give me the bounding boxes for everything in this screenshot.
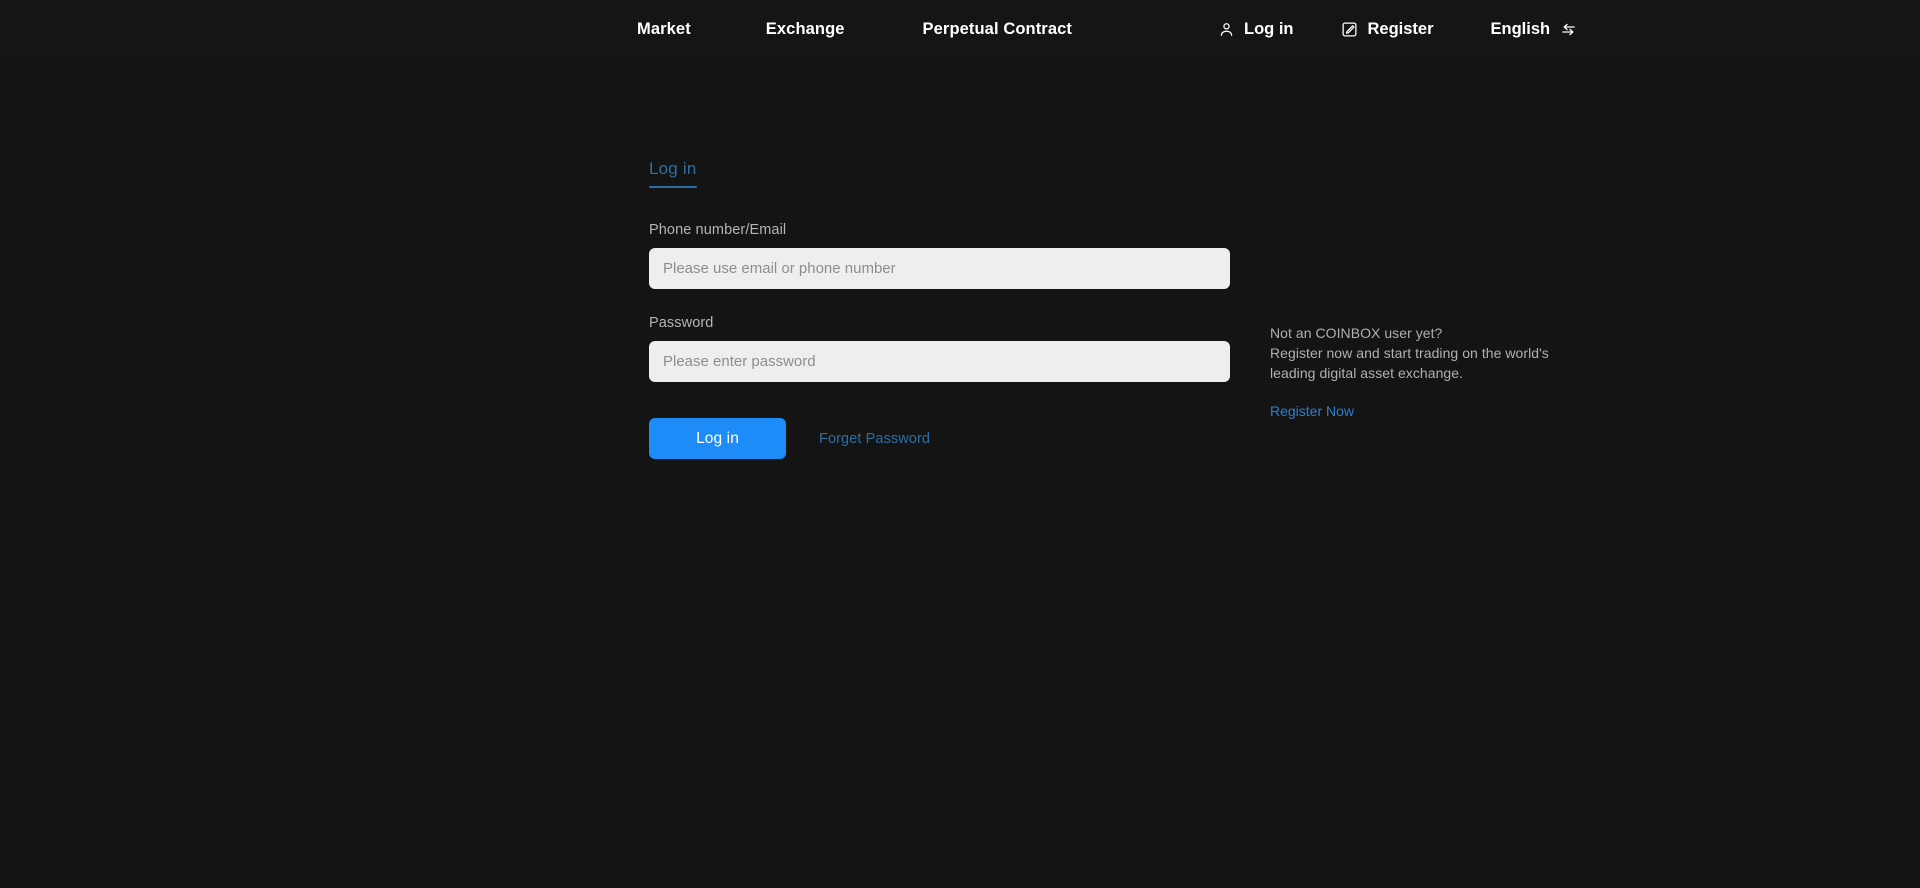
promo-line-3: leading digital asset exchange. [1270, 365, 1464, 381]
primary-nav-links: Market Exchange Perpetual Contract [637, 20, 1072, 39]
account-field-group: Phone number/Email [649, 222, 1230, 289]
password-field-label: Password [649, 315, 714, 331]
secondary-nav-actions: Log in Register English [1218, 0, 1577, 58]
login-action-row: Log in Forget Password [649, 418, 1230, 459]
forget-password-link[interactable]: Forget Password [819, 431, 930, 447]
login-submit-button[interactable]: Log in [649, 418, 786, 459]
login-page: Log in Phone number/Email Password Log i… [0, 58, 1920, 888]
promo-line-2: Register now and start trading on the wo… [1270, 345, 1549, 361]
nav-login-button[interactable]: Log in [1218, 20, 1293, 39]
nav-register-button[interactable]: Register [1341, 19, 1434, 39]
nav-item-exchange[interactable]: Exchange [766, 20, 845, 39]
swap-arrows-icon [1560, 21, 1577, 38]
account-input[interactable] [649, 248, 1230, 289]
nav-item-perpetual-contract[interactable]: Perpetual Contract [923, 20, 1072, 39]
top-navigation-bar: Market Exchange Perpetual Contract Log i… [0, 0, 1920, 58]
nav-login-label: Log in [1244, 19, 1294, 38]
registration-promo-panel: Not an COINBOX user yet? Register now an… [1270, 323, 1560, 421]
nav-item-market[interactable]: Market [637, 20, 691, 39]
promo-register-now-link[interactable]: Register Now [1270, 403, 1354, 419]
login-tabs: Log in [649, 150, 1230, 188]
edit-square-icon [1341, 21, 1358, 38]
login-panel: Log in Phone number/Email Password Log i… [649, 150, 1230, 459]
account-field-label: Phone number/Email [649, 222, 787, 238]
promo-line-1: Not an COINBOX user yet? [1270, 325, 1443, 341]
user-icon [1218, 21, 1235, 38]
password-input[interactable] [649, 341, 1230, 382]
nav-register-label: Register [1367, 19, 1434, 38]
language-label: English [1490, 19, 1551, 38]
language-selector[interactable]: English [1491, 20, 1578, 39]
tab-login[interactable]: Log in [649, 159, 697, 188]
password-field-group: Password [649, 315, 1230, 382]
